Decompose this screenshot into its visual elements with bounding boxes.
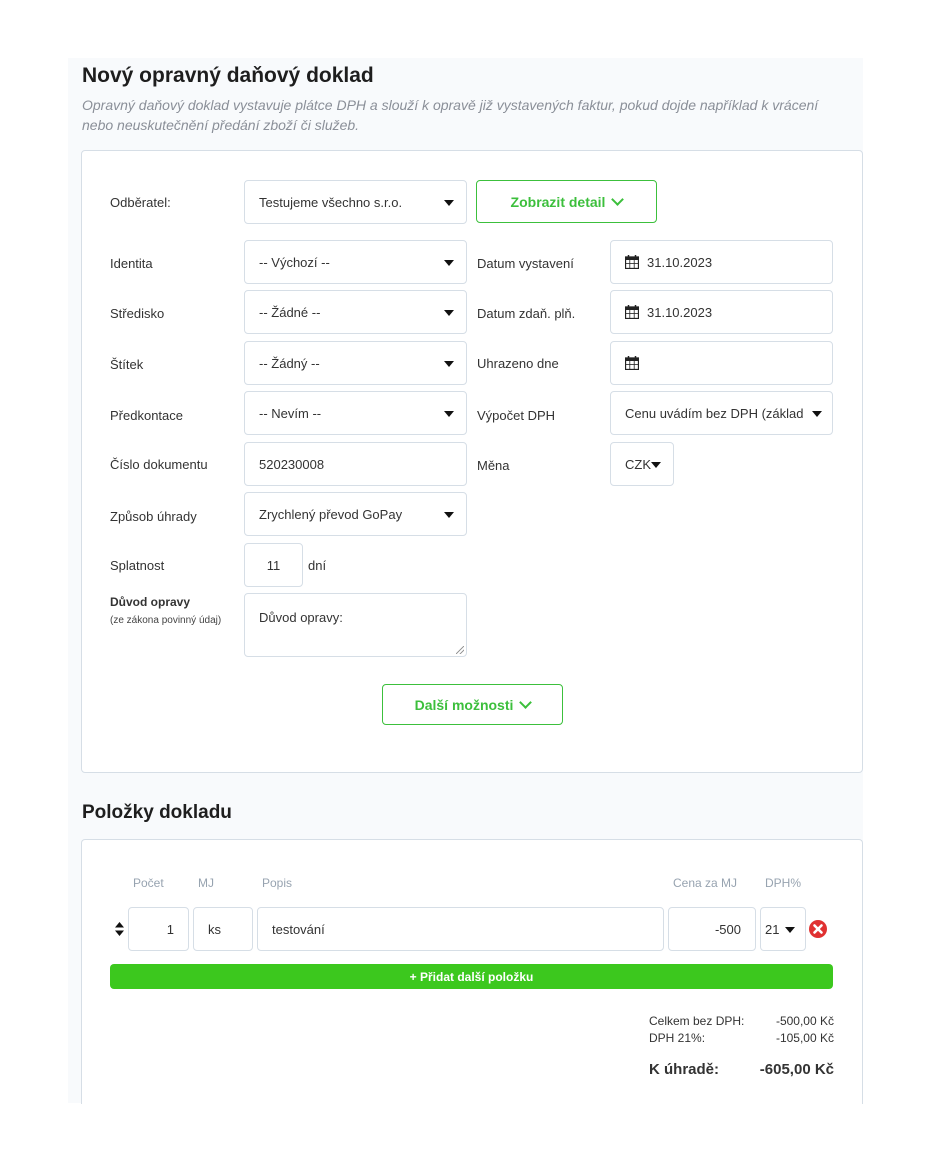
add-item-button[interactable]: + Přidat další položku <box>110 964 833 989</box>
item-cena-input[interactable]: -500 <box>668 907 756 951</box>
zpusob-uhrady-value: Zrychlený převod GoPay <box>259 506 403 522</box>
zpusob-uhrady-select[interactable]: Zrychlený převod GoPay <box>244 492 467 536</box>
identita-select[interactable]: -- Výchozí -- <box>244 240 467 284</box>
add-item-label: + Přidat další položku <box>409 969 534 984</box>
cislo-dokumentu-label: Číslo dokumentu <box>110 457 208 472</box>
datum-vystaveni-input[interactable]: 31.10.2023 <box>610 240 833 284</box>
item-pocet-value: 1 <box>166 921 174 937</box>
uhrazeno-input[interactable] <box>610 341 833 385</box>
caret-down-icon <box>444 361 454 367</box>
predkontace-value: -- Nevím -- <box>259 405 322 421</box>
caret-down-icon <box>444 411 454 417</box>
total-label: K úhradě: <box>649 1061 720 1078</box>
delete-icon[interactable] <box>809 920 827 943</box>
vypocet-dph-select[interactable]: Cenu uvádím bez DPH (základ <box>610 391 833 435</box>
stitek-select[interactable]: -- Žádný -- <box>244 341 467 385</box>
vat-label: DPH 21%: <box>649 1031 706 1045</box>
duvod-opravy-hint: (ze zákona povinný údaj) <box>110 615 222 626</box>
item-pocet-input[interactable]: 1 <box>128 907 189 951</box>
splatnost-input[interactable]: 11 <box>244 543 303 587</box>
stredisko-select[interactable]: -- Žádné -- <box>244 290 467 334</box>
chevron-down-icon <box>611 192 625 206</box>
more-options-label: Další možnosti <box>414 696 514 713</box>
datum-vystaveni-value: 31.10.2023 <box>647 254 713 270</box>
caret-down-icon <box>812 411 822 417</box>
stitek-label: Štítek <box>110 357 144 372</box>
resize-handle-icon[interactable] <box>456 646 464 654</box>
identita-value: -- Výchozí -- <box>259 254 330 270</box>
item-popis-input[interactable]: testování <box>257 907 664 951</box>
subtotal-value: -500,00 Kč <box>775 1014 834 1028</box>
datum-zdan-value: 31.10.2023 <box>647 304 713 320</box>
splatnost-unit: dní <box>308 558 327 573</box>
column-header-dph: DPH% <box>765 876 802 890</box>
odberatel-value: Testujeme všechno s.r.o. <box>259 194 403 210</box>
column-header-cena: Cena za MJ <box>673 876 738 890</box>
column-header-mj: MJ <box>198 876 214 890</box>
column-header-pocet: Počet <box>133 876 164 890</box>
page-subtitle: Opravný daňový doklad vystavuje plátce D… <box>82 97 819 133</box>
sort-icon[interactable] <box>115 922 124 941</box>
vypocet-dph-label: Výpočet DPH <box>477 408 556 423</box>
mena-label: Měna <box>477 458 510 473</box>
splatnost-value: 11 <box>266 557 281 573</box>
duvod-opravy-label: Důvod opravy <box>110 595 191 609</box>
datum-zdan-input[interactable]: 31.10.2023 <box>610 290 833 334</box>
column-header-popis: Popis <box>262 876 293 890</box>
odberatel-select[interactable]: Testujeme všechno s.r.o. <box>244 180 467 224</box>
caret-down-icon <box>444 310 454 316</box>
datum-zdan-label: Datum zdaň. plň. <box>477 306 576 321</box>
caret-down-icon <box>651 462 661 468</box>
vypocet-dph-value: Cenu uvádím bez DPH (základ <box>625 405 804 421</box>
odberatel-label: Odběratel: <box>110 195 171 210</box>
calendar-icon <box>624 255 640 270</box>
cislo-dokumentu-value: 520230008 <box>259 456 325 472</box>
subtotal-label: Celkem bez DPH: <box>649 1014 745 1028</box>
mena-value: CZK <box>625 456 651 472</box>
datum-vystaveni-label: Datum vystavení <box>477 256 574 271</box>
item-dph-select[interactable]: 21 <box>760 907 806 951</box>
stredisko-value: -- Žádné -- <box>259 304 321 320</box>
duvod-opravy-textarea[interactable]: Důvod opravy: <box>244 593 467 657</box>
identita-label: Identita <box>110 256 153 271</box>
total-value: -605,00 Kč <box>759 1061 834 1078</box>
predkontace-select[interactable]: -- Nevím -- <box>244 391 467 435</box>
stitek-value: -- Žádný -- <box>259 355 320 371</box>
duvod-opravy-placeholder: Důvod opravy: <box>259 610 343 625</box>
caret-down-icon <box>444 200 454 206</box>
caret-down-icon <box>785 927 795 933</box>
predkontace-label: Předkontace <box>110 408 183 423</box>
uhrazeno-label: Uhrazeno dne <box>477 356 559 371</box>
stredisko-label: Středisko <box>110 306 165 321</box>
item-cena-value: -500 <box>714 921 741 937</box>
item-mj-input[interactable]: ks <box>193 907 253 951</box>
caret-down-icon <box>444 512 454 518</box>
calendar-icon <box>624 305 640 320</box>
calendar-icon <box>624 356 640 371</box>
mena-select[interactable]: CZK <box>610 442 674 486</box>
items-heading: Položky dokladu <box>82 802 232 823</box>
caret-down-icon <box>444 260 454 266</box>
show-detail-label: Zobrazit detail <box>510 193 606 210</box>
page-title: Nový opravný daňový doklad <box>82 64 374 87</box>
more-options-button[interactable]: Další možnosti <box>382 684 563 725</box>
splatnost-label: Splatnost <box>110 558 165 573</box>
item-mj-value: ks <box>208 921 221 937</box>
show-detail-button[interactable]: Zobrazit detail <box>476 180 657 223</box>
chevron-down-icon <box>519 695 533 709</box>
vat-value: -105,00 Kč <box>775 1031 834 1045</box>
cislo-dokumentu-input[interactable]: 520230008 <box>244 442 467 486</box>
zpusob-uhrady-label: Způsob úhrady <box>110 509 197 524</box>
item-popis-value: testování <box>272 921 325 937</box>
item-dph-value: 21 <box>765 921 780 937</box>
